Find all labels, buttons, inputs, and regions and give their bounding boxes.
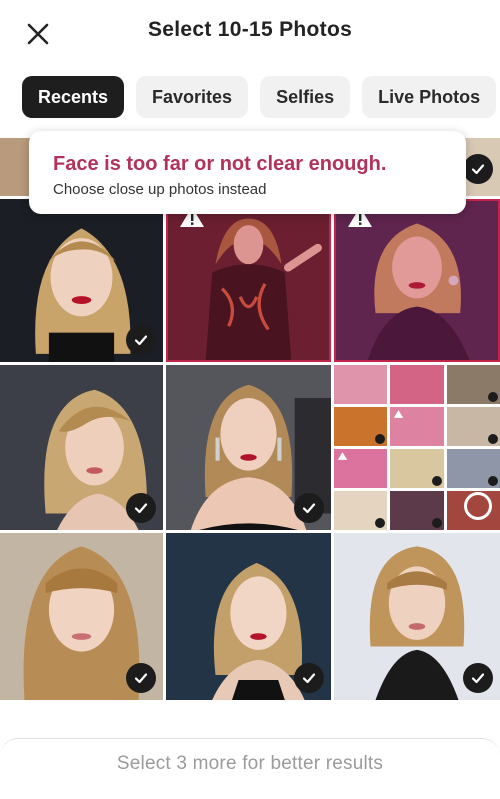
selection-ring-icon[interactable]	[464, 492, 492, 520]
photo-tile[interactable]	[166, 365, 331, 530]
checkmark-icon	[134, 673, 148, 684]
photo-tile[interactable]	[0, 365, 163, 530]
toast-subtitle: Choose close up photos instead	[53, 181, 267, 198]
warning-toast: Face is too far or not clear enough. Cho…	[29, 131, 466, 214]
selected-check[interactable]	[463, 154, 493, 184]
photo-tile[interactable]	[0, 533, 163, 700]
mini-photo	[390, 491, 444, 530]
mini-photo	[446, 407, 500, 446]
selected-check[interactable]	[463, 663, 493, 693]
mini-photo	[390, 449, 444, 488]
tab-live-photos[interactable]: Live Photos	[362, 76, 497, 118]
mini-photo	[334, 365, 388, 404]
mini-photo	[446, 365, 500, 404]
mini-photo	[390, 407, 444, 446]
photo-tile[interactable]	[166, 533, 331, 700]
tab-recents[interactable]: Recents	[22, 76, 125, 118]
mini-photo	[334, 491, 388, 530]
mini-photo	[446, 449, 500, 488]
checkmark-icon	[134, 503, 148, 514]
mini-photo	[334, 449, 388, 488]
bottom-bar: Select 3 more for better results	[0, 738, 500, 799]
photo-tile[interactable]	[334, 533, 500, 700]
selected-check[interactable]	[126, 663, 156, 693]
photo-tile-warning[interactable]	[166, 199, 331, 362]
page-title: Select 10-15 Photos	[147, 18, 353, 41]
header: Select 10-15 Photos	[0, 0, 500, 66]
checkmark-icon	[302, 673, 316, 684]
tab-selfies[interactable]: Selfies	[260, 76, 351, 118]
checkmark-icon	[471, 673, 485, 684]
tab-favorites[interactable]: Favorites	[136, 76, 249, 118]
selected-check[interactable]	[294, 663, 324, 693]
selected-check[interactable]	[294, 493, 324, 523]
checkmark-icon	[302, 503, 316, 514]
selected-check[interactable]	[126, 493, 156, 523]
photo-tile[interactable]	[0, 199, 163, 362]
filter-tabs: Recents Favorites Selfies Live Photos	[22, 76, 497, 118]
mini-photo	[390, 365, 444, 404]
checkmark-icon	[134, 335, 148, 346]
selected-check[interactable]	[126, 325, 156, 355]
photo-tile-collage[interactable]	[334, 365, 500, 530]
toast-title: Face is too far or not clear enough.	[53, 153, 387, 175]
mini-photo	[334, 407, 388, 446]
photo-grid	[0, 138, 500, 700]
selection-hint: Select 3 more for better results	[116, 753, 384, 774]
checkmark-icon	[471, 164, 485, 175]
photo-tile-warning[interactable]	[334, 199, 500, 362]
